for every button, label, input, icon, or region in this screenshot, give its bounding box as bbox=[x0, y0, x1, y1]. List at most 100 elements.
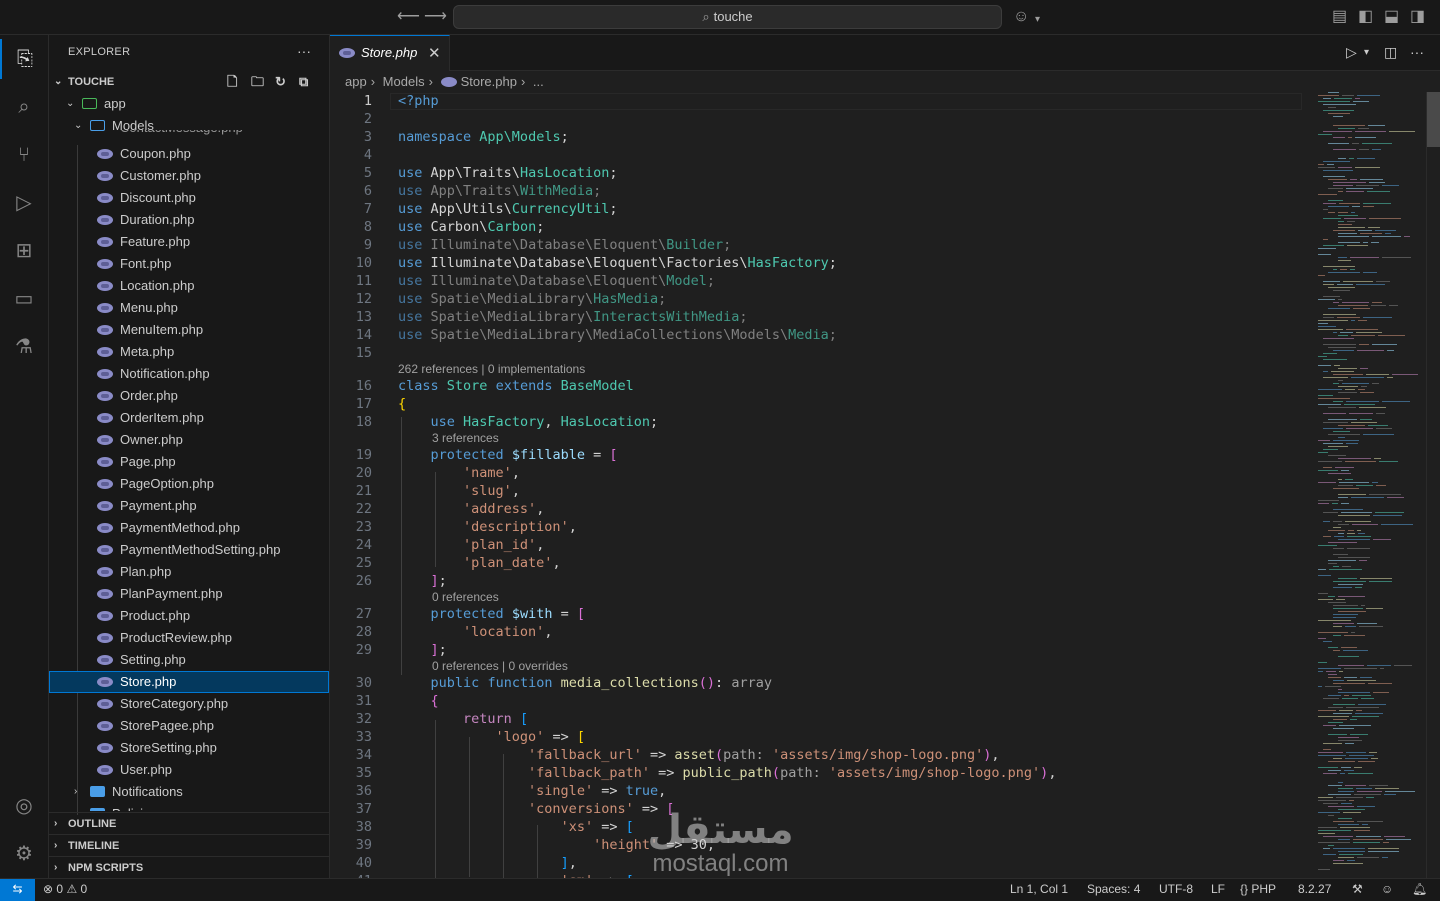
file-row[interactable]: MenuItem.php bbox=[49, 319, 329, 341]
file-row[interactable]: Coupon.php bbox=[49, 143, 329, 165]
file-row[interactable]: Duration.php bbox=[49, 209, 329, 231]
file-row[interactable]: StorePagee.php bbox=[49, 715, 329, 737]
file-row[interactable]: PaymentMethod.php bbox=[49, 517, 329, 539]
project-header[interactable]: ⌄ TOUCHE 🗋 🗀 ↻ ⧉ bbox=[49, 71, 329, 93]
extensions-icon[interactable]: ⊞ bbox=[0, 231, 48, 271]
search-icon[interactable]: ⌕ bbox=[0, 87, 48, 127]
toggle-secondary-sidebar-icon[interactable]: ◨ bbox=[1410, 8, 1425, 26]
tab-store-php[interactable]: Store.php ✕ bbox=[330, 35, 450, 71]
split-editor-icon[interactable]: ◫ bbox=[1384, 44, 1397, 61]
file-row[interactable]: Plan.php bbox=[49, 561, 329, 583]
vertical-scrollbar[interactable] bbox=[1426, 92, 1440, 878]
file-row[interactable]: Menu.php bbox=[49, 297, 329, 319]
file-row[interactable]: Location.php bbox=[49, 275, 329, 297]
php-file-icon bbox=[97, 193, 113, 203]
file-row[interactable]: Page.php bbox=[49, 451, 329, 473]
file-row[interactable]: PaymentMethodSetting.php bbox=[49, 539, 329, 561]
codelens-references[interactable]: 262 references | 0 implementations bbox=[398, 362, 585, 377]
refresh-icon[interactable]: ↻ bbox=[275, 71, 286, 93]
file-row[interactable]: Store.php bbox=[49, 671, 329, 693]
run-icon[interactable]: ▷ bbox=[1346, 44, 1357, 61]
file-row[interactable]: ProductReview.php bbox=[49, 627, 329, 649]
breadcrumb-item[interactable]: Store.php bbox=[461, 74, 517, 89]
account-icon[interactable]: ◎ bbox=[0, 786, 48, 826]
run-debug-icon[interactable]: ▷ bbox=[0, 183, 48, 223]
line-ending[interactable]: LF bbox=[1211, 879, 1225, 900]
section-timeline[interactable]: › TIMELINE bbox=[49, 834, 329, 857]
minimap-line bbox=[1328, 92, 1339, 93]
file-row[interactable]: User.php bbox=[49, 759, 329, 781]
problems-indicator[interactable]: ⊗ 0 ⚠ 0 bbox=[43, 879, 87, 900]
folder-notifications[interactable]: › Notifications bbox=[49, 781, 329, 803]
chevron-down-icon[interactable]: ▾ bbox=[1035, 11, 1040, 29]
new-folder-icon[interactable]: 🗀 bbox=[251, 71, 264, 93]
scrollbar-thumb[interactable] bbox=[1427, 92, 1440, 147]
file-row[interactable]: Feature.php bbox=[49, 231, 329, 253]
code-editor[interactable]: 1 <?php 2 3 namespace App\Models; 4 5 use A… bbox=[330, 92, 1310, 878]
more-actions-icon[interactable]: ··· bbox=[297, 43, 311, 59]
minimap-line bbox=[1351, 422, 1377, 423]
codelens-references[interactable]: 0 references bbox=[432, 590, 499, 605]
folder-app[interactable]: ⌄ app bbox=[49, 93, 329, 115]
file-row[interactable]: Order.php bbox=[49, 385, 329, 407]
cursor-position[interactable]: Ln 1, Col 1 bbox=[1010, 879, 1068, 900]
remote-indicator-icon[interactable]: ⇆ bbox=[0, 879, 35, 901]
chevron-down-icon[interactable]: ▾ bbox=[1364, 47, 1369, 58]
file-row[interactable]: Payment.php bbox=[49, 495, 329, 517]
copilot-icon[interactable]: ☺ bbox=[1381, 879, 1393, 900]
minimap-line bbox=[1318, 248, 1336, 249]
more-actions-icon[interactable]: ··· bbox=[1410, 44, 1424, 60]
close-icon[interactable]: ✕ bbox=[428, 44, 441, 62]
encoding[interactable]: UTF-8 bbox=[1159, 879, 1193, 900]
toggle-primary-sidebar-icon[interactable]: ◧ bbox=[1358, 8, 1373, 26]
breadcrumb-item[interactable]: ... bbox=[533, 74, 544, 89]
gear-icon[interactable]: ⚙ bbox=[0, 834, 48, 874]
file-row[interactable]: Discount.php bbox=[49, 187, 329, 209]
file-row-partial[interactable]: ContactMessage.php bbox=[49, 130, 329, 138]
section-outline[interactable]: › OUTLINE bbox=[49, 812, 329, 835]
file-row[interactable]: Setting.php bbox=[49, 649, 329, 671]
minimap[interactable] bbox=[1310, 92, 1426, 878]
file-row[interactable]: Notification.php bbox=[49, 363, 329, 385]
wrench-icon[interactable]: ⚒ bbox=[1352, 879, 1363, 900]
breadcrumb-item[interactable]: app bbox=[345, 74, 367, 89]
toggle-panel-icon[interactable]: ⬓ bbox=[1384, 8, 1399, 26]
language-mode[interactable]: {} PHP bbox=[1240, 879, 1276, 900]
file-row[interactable]: StoreCategory.php bbox=[49, 693, 329, 715]
breadcrumb-item[interactable]: Models bbox=[383, 74, 425, 89]
minimap-line bbox=[1350, 719, 1357, 720]
minimap-line bbox=[1323, 641, 1332, 642]
section-npm-scripts[interactable]: › NPM SCRIPTS bbox=[49, 856, 329, 878]
command-center-search[interactable]: ⌕ touche bbox=[453, 5, 1002, 29]
codelens-references[interactable]: 3 references bbox=[432, 431, 499, 446]
folder-policies-partial[interactable]: Policies bbox=[49, 803, 329, 811]
minimap-line bbox=[1346, 428, 1373, 429]
customize-layout-icon[interactable]: ▤ bbox=[1332, 8, 1347, 26]
explorer-icon[interactable]: ⎘ bbox=[0, 39, 48, 79]
file-row[interactable]: Product.php bbox=[49, 605, 329, 627]
arrow-right-icon[interactable]: ⟶ bbox=[424, 8, 447, 26]
bell-icon[interactable]: 🔔︎ bbox=[1412, 879, 1427, 900]
testing-icon[interactable]: ⚗ bbox=[0, 327, 48, 367]
codelens-references[interactable]: 0 references | 0 overrides bbox=[432, 659, 568, 674]
file-row[interactable]: PlanPayment.php bbox=[49, 583, 329, 605]
minimap-line bbox=[1318, 833, 1335, 834]
file-row[interactable]: Customer.php bbox=[49, 165, 329, 187]
php-version[interactable]: 8.2.27 bbox=[1298, 879, 1331, 900]
collapse-all-icon[interactable]: ⧉ bbox=[299, 71, 308, 93]
arrow-left-icon[interactable]: ⟵ bbox=[397, 8, 420, 26]
minimap-line bbox=[1338, 557, 1370, 558]
remote-explorer-icon[interactable]: ▭ bbox=[0, 279, 48, 319]
file-row[interactable]: Meta.php bbox=[49, 341, 329, 363]
file-row[interactable]: OrderItem.php bbox=[49, 407, 329, 429]
minimap-line bbox=[1358, 230, 1372, 231]
file-row[interactable]: StoreSetting.php bbox=[49, 737, 329, 759]
indentation[interactable]: Spaces: 4 bbox=[1087, 879, 1140, 900]
file-row[interactable]: Font.php bbox=[49, 253, 329, 275]
file-row[interactable]: PageOption.php bbox=[49, 473, 329, 495]
copilot-icon[interactable]: ☺ bbox=[1013, 8, 1029, 26]
minimap-line bbox=[1323, 359, 1347, 360]
source-control-icon[interactable]: ⑂ bbox=[0, 135, 48, 175]
new-file-icon[interactable]: 🗋 bbox=[227, 71, 237, 93]
file-row[interactable]: Owner.php bbox=[49, 429, 329, 451]
